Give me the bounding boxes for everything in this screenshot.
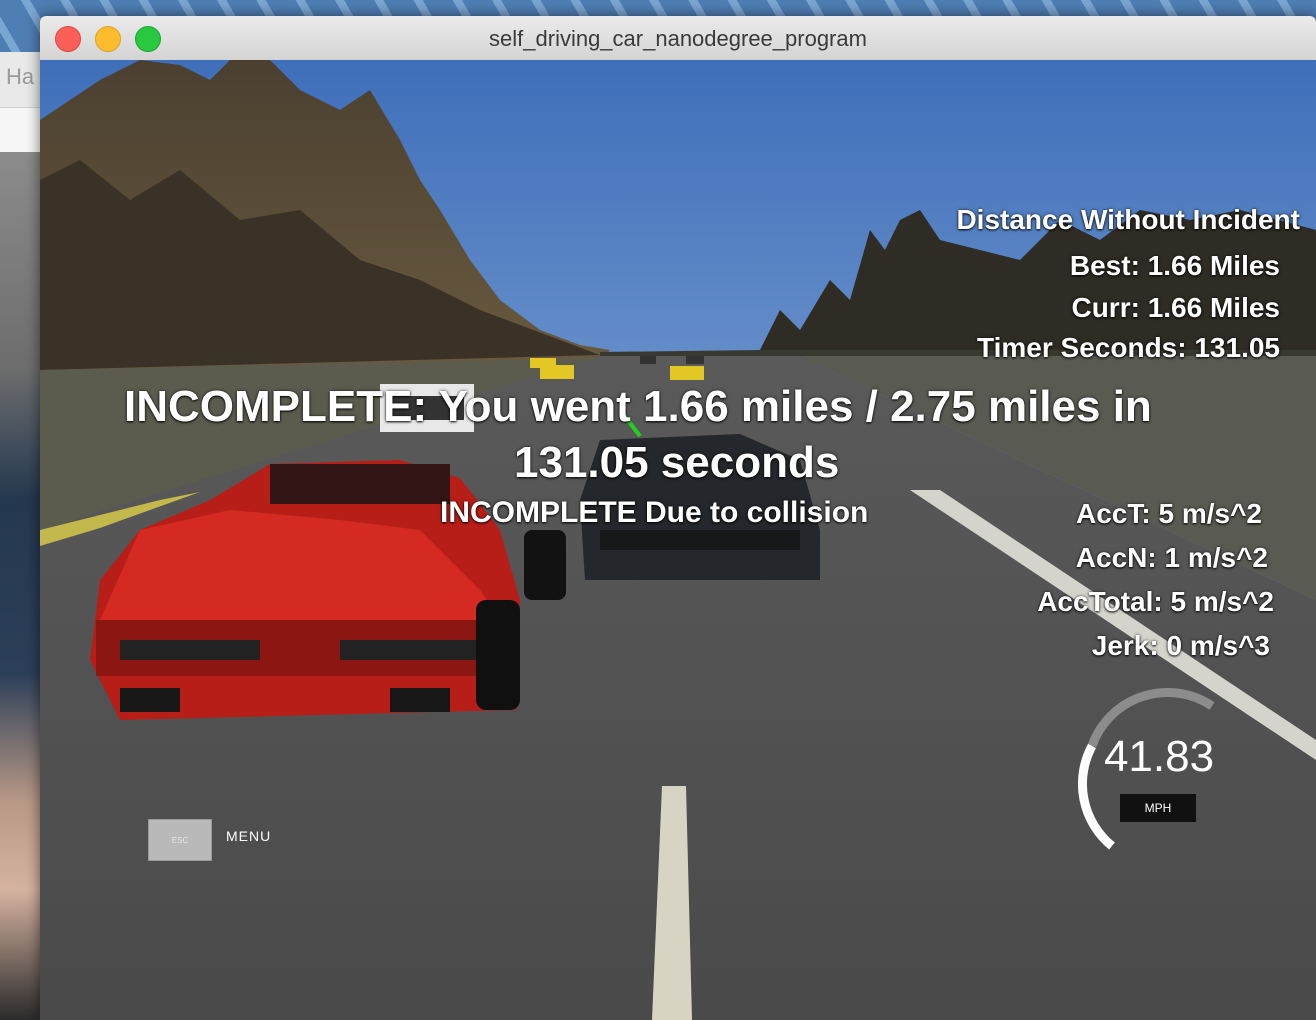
speed-value: 41.83 (1103, 732, 1215, 781)
esc-button[interactable]: ESC (148, 819, 212, 861)
result-reason: INCOMPLETE Due to collision (440, 496, 869, 529)
best-distance: Best: 1.66 Miles (1069, 250, 1280, 281)
result-line-2: 131.05 seconds (514, 438, 840, 487)
acc-t-readout: AccT: 5 m/s^2 (1076, 498, 1262, 529)
window-title: self_driving_car_nanodegree_program (489, 26, 867, 51)
acc-n-readout: AccN: 1 m/s^2 (1075, 542, 1268, 573)
simulator-window[interactable]: self_driving_car_nanodegree_program Dist… (40, 16, 1316, 1020)
acc-total-readout: AccTotal: 5 m/s^2 (1037, 586, 1274, 617)
current-distance: Curr: 1.66 Miles (1071, 292, 1280, 323)
background-window-title: Ha (6, 64, 35, 89)
distance-header: Distance Without Incident (956, 204, 1300, 235)
game-viewport[interactable]: Distance Without Incident Best: 1.66 Mil… (40, 60, 1316, 1020)
title-bar[interactable]: self_driving_car_nanodegree_program (40, 16, 1316, 61)
desktop: Ha self_driving_car_nanodegree_program D… (0, 0, 1316, 1020)
speed-unit: MPH (1120, 794, 1196, 822)
timer-seconds: Timer Seconds: 131.05 (977, 332, 1280, 363)
esc-label: ESC (171, 835, 189, 845)
menu-label: MENU (226, 828, 272, 844)
result-line-1: INCOMPLETE: You went 1.66 miles / 2.75 m… (124, 382, 1152, 431)
jerk-readout: Jerk: 0 m/s^3 (1091, 630, 1270, 661)
